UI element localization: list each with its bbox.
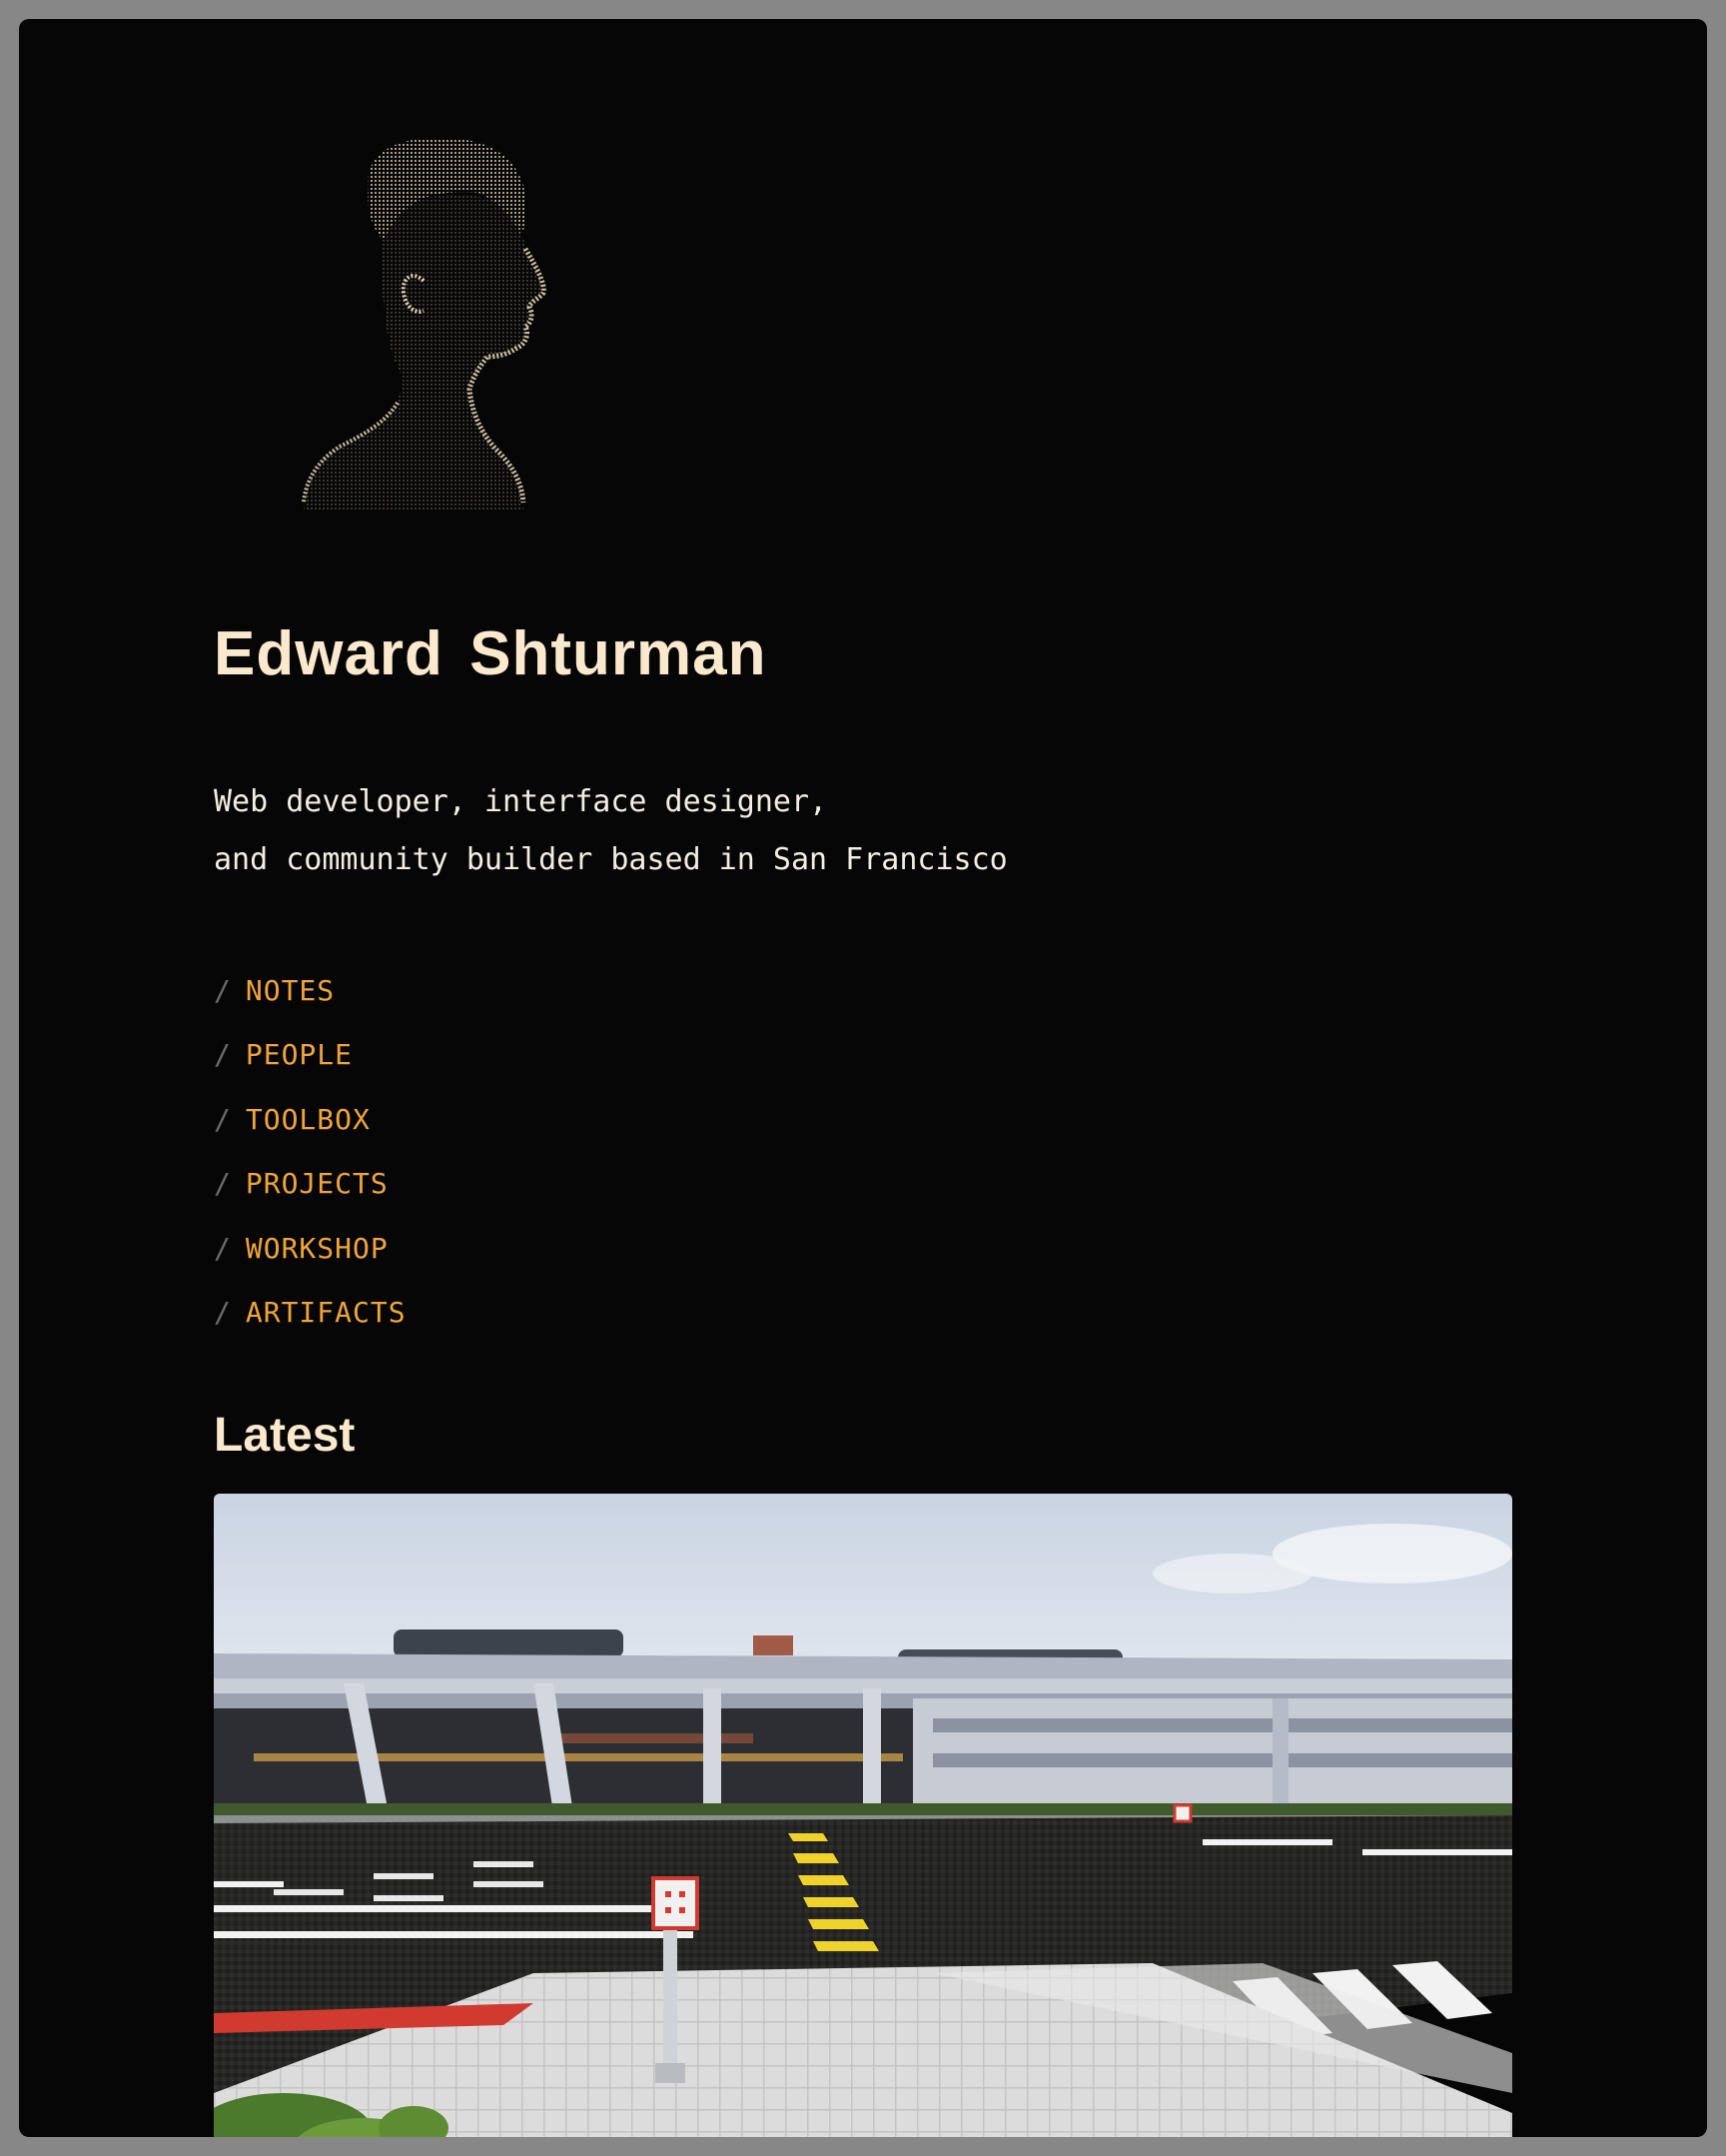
nav-item-toolbox: / TOOLBOX: [214, 1087, 407, 1152]
nav-link-people[interactable]: PEOPLE: [246, 1038, 353, 1071]
latest-heading: Latest: [214, 1409, 356, 1462]
nav-link-workshop[interactable]: WORKSHOP: [246, 1232, 389, 1265]
nav-item-artifacts: / ARTIFACTS: [214, 1281, 407, 1346]
nav-item-workshop: / WORKSHOP: [214, 1216, 407, 1281]
bio-line: and community builder based in San Franc…: [214, 842, 1008, 877]
nav-link-toolbox[interactable]: TOOLBOX: [246, 1103, 371, 1136]
nav-link-projects[interactable]: PROJECTS: [246, 1167, 389, 1200]
nav-separator: /: [214, 1296, 232, 1330]
main-navigation: / NOTES / PEOPLE / TOOLBOX / PROJECTS /: [214, 958, 407, 1345]
nav-item-notes: / NOTES: [214, 958, 407, 1023]
browser-frame: Edward Shturman Web developer, interface…: [0, 0, 1726, 2156]
latest-post-illustration: [214, 1494, 1512, 2137]
nav-separator: /: [214, 1102, 232, 1136]
bio: Web developer, interface designer, and c…: [214, 773, 1008, 889]
nav-link-artifacts[interactable]: ARTIFACTS: [246, 1296, 407, 1329]
page-title: Edward Shturman: [214, 619, 767, 688]
nav-item-projects: / PROJECTS: [214, 1152, 407, 1217]
nav-separator: /: [214, 1231, 232, 1265]
page-viewport: Edward Shturman Web developer, interface…: [19, 19, 1707, 2137]
nav-item-people: / PEOPLE: [214, 1023, 407, 1088]
avatar: [274, 131, 573, 511]
nav-separator: /: [214, 1038, 232, 1072]
nav-separator: /: [214, 1167, 232, 1201]
latest-post-image[interactable]: [214, 1494, 1512, 2137]
nav-link-notes[interactable]: NOTES: [246, 974, 335, 1007]
profile-silhouette-icon: [302, 138, 546, 511]
nav-separator: /: [214, 973, 232, 1007]
bio-line: Web developer, interface designer,: [214, 784, 828, 819]
